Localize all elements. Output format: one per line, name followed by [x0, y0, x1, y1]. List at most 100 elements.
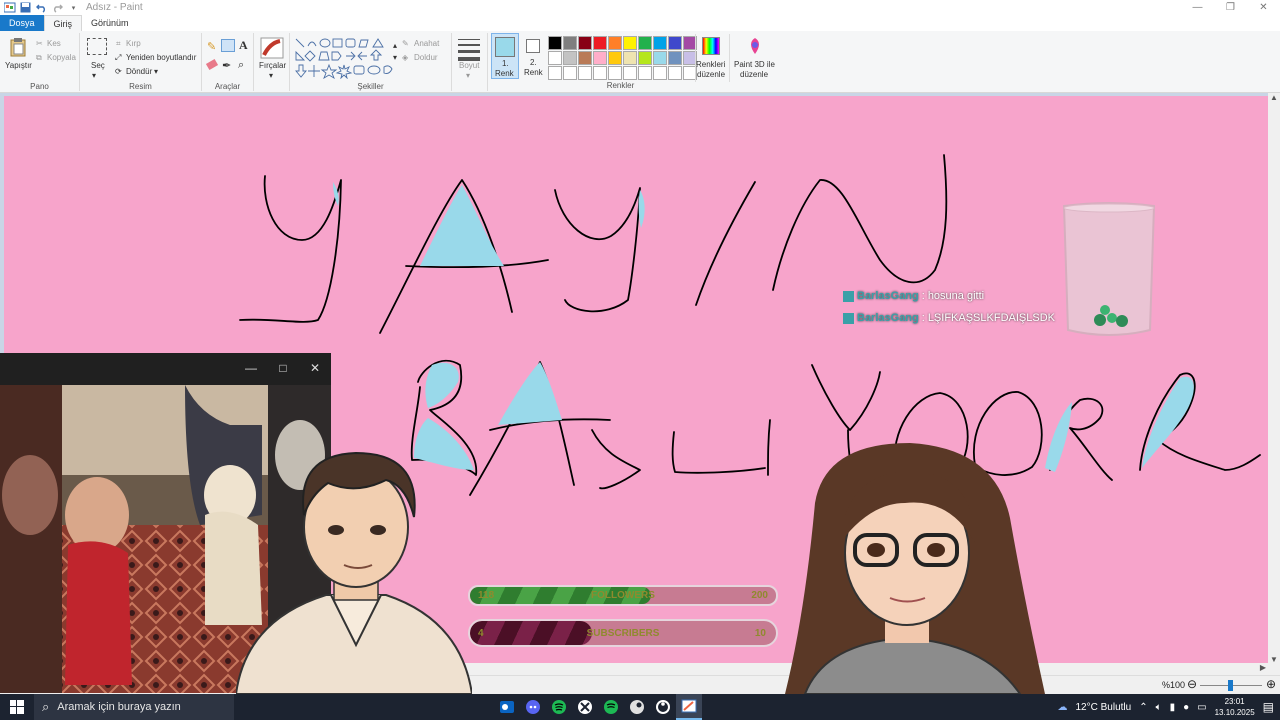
palette-swatch[interactable] [578, 51, 592, 65]
palette-swatch[interactable] [563, 66, 577, 80]
show-hidden-icons-icon[interactable]: ⌃ [1139, 702, 1147, 713]
notification-icon[interactable]: ▤ [1263, 700, 1274, 714]
palette-swatch[interactable] [623, 51, 637, 65]
volume-icon[interactable]: 🔈︎ [1156, 702, 1162, 713]
zoom-slider[interactable] [1200, 680, 1262, 691]
taskbar-search[interactable]: ⌕ Aramak için buraya yazın [34, 694, 234, 720]
resize-icon[interactable]: ⤢ [115, 53, 121, 63]
palette-swatch[interactable] [653, 36, 667, 50]
shapes-gallery[interactable] [294, 37, 394, 82]
steam-icon[interactable] [624, 694, 650, 720]
start-button[interactable] [0, 694, 34, 720]
palette-swatch[interactable] [608, 66, 622, 80]
palette-swatch[interactable] [548, 66, 562, 80]
select-button[interactable]: Seç [91, 61, 105, 70]
select-icon[interactable] [87, 38, 107, 55]
scroll-up-icon[interactable]: ▲ [1270, 93, 1278, 102]
palette-swatch[interactable] [578, 36, 592, 50]
vertical-scrollbar[interactable]: ▲ ▼ [1268, 93, 1280, 670]
palette-swatch[interactable] [563, 51, 577, 65]
brush-icon[interactable] [260, 37, 284, 62]
copy-button[interactable]: Kopyala [47, 53, 76, 62]
battery-icon[interactable]: ▮ [1170, 702, 1176, 713]
color1-button[interactable]: 1. Renk [491, 33, 519, 79]
palette-swatch[interactable] [623, 66, 637, 80]
tab-gorunum[interactable]: Görünüm [82, 15, 138, 31]
paint-taskbar-icon[interactable] [676, 694, 702, 720]
redo-icon[interactable] [51, 2, 64, 13]
palette-swatch[interactable] [563, 36, 577, 50]
palette-swatch[interactable] [623, 36, 637, 50]
outline-icon[interactable]: ✎ [402, 39, 409, 48]
floating-minimize-button[interactable]: — [243, 361, 259, 377]
palette-swatch[interactable] [668, 36, 682, 50]
crop-icon[interactable]: ⌗ [116, 39, 121, 49]
fill-button[interactable]: Doldur [414, 53, 438, 62]
floating-close-button[interactable]: ✕ [307, 361, 323, 377]
zoom-in-icon[interactable]: ⊕ [1266, 677, 1276, 691]
pencil-icon[interactable]: ✎ [207, 40, 216, 53]
rotate-icon[interactable]: ⟳ [115, 67, 122, 76]
palette-swatch[interactable] [548, 36, 562, 50]
microphone-icon[interactable]: ● [1183, 702, 1189, 713]
tab-giris[interactable]: Giriş [43, 15, 83, 31]
crop-button[interactable]: Kırp [126, 39, 141, 48]
cut-icon[interactable]: ✂ [36, 39, 43, 48]
palette-swatch[interactable] [638, 51, 652, 65]
palette-swatch[interactable] [638, 36, 652, 50]
network-icon[interactable]: ▭ [1197, 702, 1206, 713]
outline-button[interactable]: Anahat [414, 39, 439, 48]
edit-colors-button[interactable]: Renkleri düzenle [695, 34, 725, 82]
color2-button[interactable]: 2. Renk [521, 33, 547, 79]
copy-icon[interactable]: ⧉ [36, 53, 42, 63]
tab-dosya[interactable]: Dosya [0, 15, 44, 31]
shapes-scroll-down-icon[interactable]: ▾ [393, 53, 397, 62]
rotate-dropdown-icon[interactable]: ▾ [154, 67, 158, 76]
palette-swatch[interactable] [608, 51, 622, 65]
zoom-slider-thumb[interactable] [1228, 680, 1233, 691]
size-icon[interactable] [458, 39, 480, 61]
brushes-dropdown-icon[interactable]: ▾ [269, 71, 273, 80]
palette-swatch[interactable] [593, 66, 607, 80]
palette-swatch[interactable] [548, 51, 562, 65]
undo-icon[interactable] [35, 2, 48, 13]
weather-icon[interactable]: ☁ [1058, 702, 1068, 713]
brushes-button[interactable]: Fırçalar [259, 61, 286, 70]
palette-swatch[interactable] [593, 51, 607, 65]
scroll-down-icon[interactable]: ▼ [1270, 655, 1278, 664]
resize-button[interactable]: Yeniden boyutlandır [126, 53, 196, 62]
fill-tool-icon[interactable] [221, 39, 235, 52]
fill-icon[interactable]: ◈ [402, 53, 408, 62]
spotify-icon[interactable] [546, 694, 572, 720]
close-button[interactable]: ✕ [1247, 0, 1280, 15]
weather-text[interactable]: 12°C Bulutlu [1076, 702, 1132, 713]
size-button[interactable]: Boyut [459, 61, 479, 70]
xbox-icon[interactable] [572, 694, 598, 720]
maximize-button[interactable]: ❐ [1214, 0, 1247, 15]
palette-swatch[interactable] [668, 66, 682, 80]
text-tool-icon[interactable]: A [239, 38, 248, 53]
select-dropdown-icon[interactable]: ▾ [92, 71, 96, 80]
palette-swatch[interactable] [638, 66, 652, 80]
palette-swatch[interactable] [653, 66, 667, 80]
palette-swatch[interactable] [578, 66, 592, 80]
obs-icon[interactable] [650, 694, 676, 720]
palette-swatch[interactable] [668, 51, 682, 65]
outlook-icon[interactable] [494, 694, 520, 720]
paste-icon[interactable] [9, 37, 27, 60]
palette-swatch[interactable] [608, 36, 622, 50]
cut-button[interactable]: Kes [47, 39, 61, 48]
quick-access-dropdown-icon[interactable]: ▾ [67, 2, 80, 13]
scroll-right-icon[interactable]: ▶ [1260, 663, 1266, 672]
color-picker-icon[interactable]: ✒ [222, 59, 231, 72]
spotify-icon-2[interactable] [598, 694, 624, 720]
clock[interactable]: 23:01 13.10.2025 [1215, 696, 1255, 718]
size-dropdown-icon[interactable]: ▾ [466, 71, 470, 80]
floating-maximize-button[interactable]: □ [275, 361, 291, 377]
shapes-scroll-up-icon[interactable]: ▴ [393, 41, 397, 50]
paste-button-label[interactable]: Yapıştır [5, 61, 32, 70]
discord-icon[interactable] [520, 694, 546, 720]
rotate-button[interactable]: Döndür [126, 67, 152, 76]
minimize-button[interactable]: — [1181, 0, 1214, 15]
paint3d-button[interactable]: Paint 3D ile düzenle [729, 34, 779, 82]
